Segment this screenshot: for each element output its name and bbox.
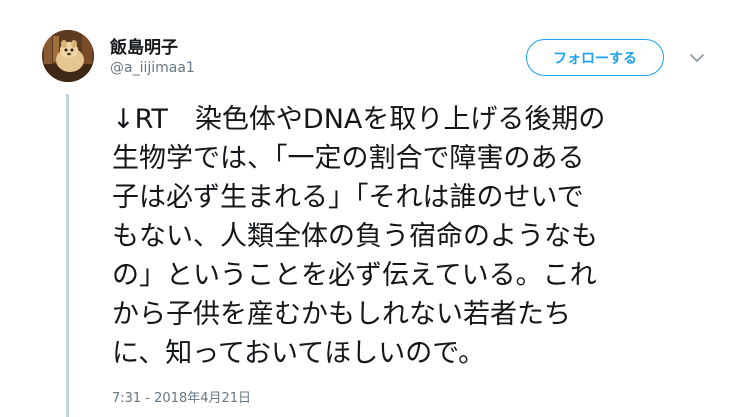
- tweet-text-line: から子供を産むかもしれない若者たち: [112, 299, 571, 330]
- avatar-image: [42, 30, 94, 82]
- tweet-text-line: もない、人類全体の負う宿命のようなも: [112, 221, 598, 252]
- tweet-timestamp[interactable]: 7:31 - 2018年4月21日: [112, 387, 251, 406]
- thread-connector-line: [66, 94, 69, 417]
- tweet-text-line: に、知っておいてほしいので。: [112, 338, 486, 369]
- display-name[interactable]: 飯島明子: [110, 33, 178, 58]
- tweet-text: ↓RT 染色体やDNAを取り上げる後期の 生物学では、「一定の割合で障害のある …: [112, 100, 722, 373]
- chevron-down-icon: [690, 53, 704, 62]
- tweet-text-line: 子は必ず生まれる」「それは誰のせいで: [112, 182, 584, 213]
- follow-button[interactable]: フォローする: [526, 39, 664, 76]
- avatar[interactable]: [42, 30, 94, 82]
- more-options-button[interactable]: [686, 48, 708, 68]
- tweet-text-line: ↓RT 染色体やDNAを取り上げる後期の: [112, 104, 606, 135]
- user-handle[interactable]: @a_iijimaa1: [110, 60, 195, 76]
- tweet-text-line: の」ということを必ず伝えている。これ: [112, 260, 597, 291]
- tweet-text-line: 生物学では、「一定の割合で障害のある: [112, 143, 585, 174]
